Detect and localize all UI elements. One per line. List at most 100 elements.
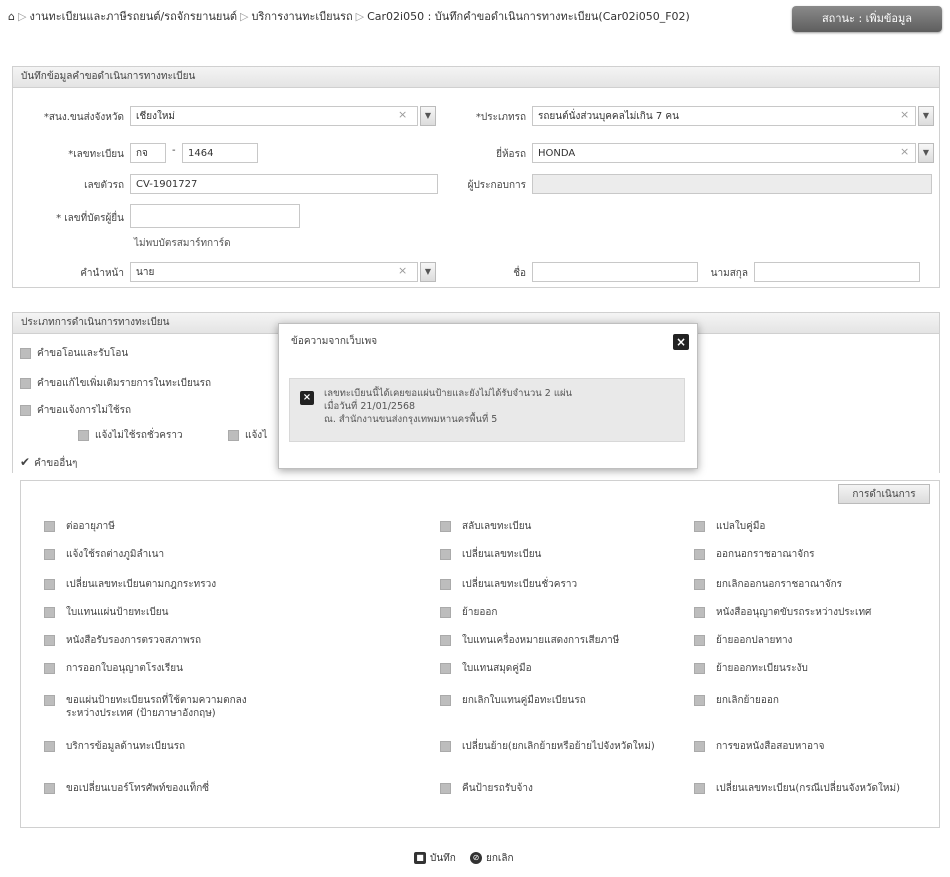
operation-option[interactable]: หนังสืออนุญาตขับรถระหว่างประเทศ bbox=[694, 606, 930, 636]
surname-input[interactable] bbox=[754, 262, 920, 282]
nonuse-checkbox[interactable] bbox=[20, 404, 31, 416]
operation-checkbox[interactable] bbox=[44, 663, 55, 674]
operation-checkbox[interactable] bbox=[440, 741, 451, 752]
operation-option[interactable]: แปลใบคู่มือ bbox=[694, 520, 930, 550]
breadcrumb-item-2[interactable]: บริการงานทะเบียนรถ bbox=[252, 10, 353, 23]
transfer-option[interactable]: คำขอโอนและรับโอน bbox=[20, 346, 128, 361]
vehicle-type-select[interactable]: รถยนต์นั่งส่วนบุคคลไม่เกิน 7 คน bbox=[532, 106, 916, 126]
operation-checkbox[interactable] bbox=[440, 663, 451, 674]
operation-option[interactable]: เปลี่ยนเลขทะเบียน(กรณีเปลี่ยนจังหวัดใหม่… bbox=[694, 782, 930, 812]
cancel-button[interactable]: ⊘ ยกเลิก bbox=[470, 848, 514, 870]
operation-option[interactable]: เปลี่ยนเลขทะเบียน bbox=[440, 548, 676, 578]
operation-checkbox[interactable] bbox=[440, 521, 451, 532]
operation-option[interactable]: เปลี่ยนเลขทะเบียนชั่วคราว bbox=[440, 578, 676, 608]
permanent-nonuse-checkbox[interactable] bbox=[228, 429, 239, 441]
operation-checkbox[interactable] bbox=[440, 695, 451, 706]
operation-checkbox[interactable] bbox=[440, 607, 451, 618]
operation-label: ย้ายออกทะเบียนระงับ bbox=[716, 663, 808, 674]
save-button[interactable]: ■ บันทึก bbox=[414, 848, 456, 870]
plate-prefix-input[interactable]: กจ bbox=[130, 143, 166, 163]
title-select[interactable]: นาย bbox=[130, 262, 418, 282]
operation-checkbox[interactable] bbox=[694, 783, 705, 794]
clear-icon[interactable]: × bbox=[398, 108, 407, 121]
clear-icon[interactable]: × bbox=[900, 145, 909, 158]
operation-option[interactable]: บริการข้อมูลด้านทะเบียนรถ bbox=[44, 740, 280, 770]
checkmark-icon[interactable]: ✔ bbox=[20, 455, 30, 469]
other-option[interactable]: ✔ คำขออื่นๆ bbox=[20, 455, 77, 471]
operation-checkbox[interactable] bbox=[44, 607, 55, 618]
operation-checkbox[interactable] bbox=[694, 607, 705, 618]
operation-option[interactable]: ขอเปลี่ยนเบอร์โทรศัพท์ของแท็กซี่ bbox=[44, 782, 280, 812]
province-select[interactable]: เชียงใหม่ bbox=[130, 106, 418, 126]
chassis-input[interactable]: CV-1901727 bbox=[130, 174, 438, 194]
brand-select[interactable]: HONDA bbox=[532, 143, 916, 163]
operation-option[interactable]: ยกเลิกย้ายออก bbox=[694, 694, 930, 724]
chassis-label: เลขตัวรถ bbox=[84, 180, 124, 191]
clear-icon[interactable]: × bbox=[900, 108, 909, 121]
home-icon[interactable]: ⌂ bbox=[8, 10, 15, 23]
operation-option[interactable]: ใบแทนแผ่นป้ายทะเบียน bbox=[44, 606, 280, 636]
firstname-input[interactable] bbox=[532, 262, 698, 282]
operation-option[interactable]: ยกเลิกออกนอกราชอาณาจักร bbox=[694, 578, 930, 608]
operation-option[interactable]: คืนป้ายรถรับจ้าง bbox=[440, 782, 676, 812]
close-icon[interactable]: × bbox=[673, 334, 689, 350]
operation-checkbox[interactable] bbox=[44, 695, 55, 706]
operation-option[interactable]: ใบแทนเครื่องหมายแสดงการเสียภาษี bbox=[440, 634, 676, 664]
operation-checkbox[interactable] bbox=[694, 635, 705, 646]
brand-label: ยี่ห้อรถ bbox=[496, 149, 526, 160]
plate-number-input[interactable]: 1464 bbox=[182, 143, 258, 163]
operation-label: ออกนอกราชอาณาจักร bbox=[716, 549, 815, 560]
amend-option[interactable]: คำขอแก้ไขเพิ่มเติมรายการในทะเบียนรถ bbox=[20, 376, 211, 391]
operation-option[interactable]: หนังสือรับรองการตรวจสภาพรถ bbox=[44, 634, 280, 664]
operation-option[interactable]: ออกนอกราชอาณาจักร bbox=[694, 548, 930, 578]
operation-option[interactable]: แจ้งใช้รถต่างภูมิลำเนา bbox=[44, 548, 280, 578]
permanent-nonuse-option[interactable]: แจ้งไ bbox=[228, 428, 267, 443]
nonuse-option[interactable]: คำขอแจ้งการไม่ใช้รถ bbox=[20, 403, 131, 418]
operation-option[interactable]: การออกใบอนุญาตโรงเรียน bbox=[44, 662, 280, 692]
operation-checkbox[interactable] bbox=[694, 579, 705, 590]
amend-checkbox[interactable] bbox=[20, 377, 31, 389]
operation-checkbox[interactable] bbox=[694, 549, 705, 560]
operation-checkbox[interactable] bbox=[44, 579, 55, 590]
vehicle-type-value: รถยนต์นั่งส่วนบุคคลไม่เกิน 7 คน bbox=[538, 111, 679, 122]
operation-checkbox[interactable] bbox=[44, 549, 55, 560]
operation-option[interactable]: สลับเลขทะเบียน bbox=[440, 520, 676, 550]
temporary-nonuse-option[interactable]: แจ้งไม่ใช้รถชั่วคราว bbox=[78, 428, 183, 443]
operation-checkbox[interactable] bbox=[694, 741, 705, 752]
temporary-nonuse-checkbox[interactable] bbox=[78, 429, 89, 441]
operation-option[interactable]: เปลี่ยนเลขทะเบียนตามกฎกระทรวง bbox=[44, 578, 280, 608]
chevron-down-icon[interactable]: ▼ bbox=[918, 106, 934, 126]
operation-label: หนังสือรับรองการตรวจสภาพรถ bbox=[66, 635, 202, 646]
operator-input[interactable] bbox=[532, 174, 932, 194]
operation-option[interactable]: ใบแทนสมุดคู่มือ bbox=[440, 662, 676, 692]
operation-checkbox[interactable] bbox=[44, 741, 55, 752]
operation-checkbox[interactable] bbox=[440, 579, 451, 590]
operation-checkbox[interactable] bbox=[44, 783, 55, 794]
operation-option[interactable]: ยกเลิกใบแทนคู่มือทะเบียนรถ bbox=[440, 694, 676, 724]
transfer-checkbox[interactable] bbox=[20, 347, 31, 359]
breadcrumb-item-1[interactable]: งานทะเบียนและภาษีรถยนต์/รถจักรยานยนต์ bbox=[29, 10, 237, 23]
operation-option[interactable]: ย้ายออก bbox=[440, 606, 676, 636]
operation-checkbox[interactable] bbox=[694, 695, 705, 706]
operation-checkbox[interactable] bbox=[440, 783, 451, 794]
clear-icon[interactable]: × bbox=[398, 264, 407, 277]
operation-label: คืนป้ายรถรับจ้าง bbox=[462, 783, 533, 794]
dialog-message-line-1: เลขทะเบียนนี้ได้เคยขอแผ่นป้ายและยังไม่ได… bbox=[324, 388, 573, 399]
idcard-input[interactable] bbox=[130, 204, 300, 228]
operation-checkbox[interactable] bbox=[440, 549, 451, 560]
actions-button[interactable]: การดำเนินการ bbox=[838, 484, 930, 504]
operation-option[interactable]: เปลี่ยนย้าย(ยกเลิกย้ายหรือย้ายไปจังหวัดใ… bbox=[440, 740, 676, 770]
operation-option[interactable]: ต่ออายุภาษี bbox=[44, 520, 280, 550]
operation-option[interactable]: ขอแผ่นป้ายทะเบียนรถที่ใช้ตามความตกลงระหว… bbox=[44, 694, 280, 724]
operation-checkbox[interactable] bbox=[44, 635, 55, 646]
dialog-message-line-3: ณ. สำนักงานขนส่งกรุงเทพมหานครพื้นที่ 5 bbox=[324, 414, 498, 425]
operation-checkbox[interactable] bbox=[694, 521, 705, 532]
operation-label: ย้ายออก bbox=[462, 607, 498, 618]
operation-option[interactable]: การขอหนังสือสอบหาอาจ bbox=[694, 740, 930, 770]
chevron-down-icon[interactable]: ▼ bbox=[918, 143, 934, 163]
operation-checkbox[interactable] bbox=[44, 521, 55, 532]
operation-checkbox[interactable] bbox=[694, 663, 705, 674]
operation-checkbox[interactable] bbox=[440, 635, 451, 646]
operation-option[interactable]: ย้ายออกทะเบียนระงับ bbox=[694, 662, 930, 692]
operation-option[interactable]: ย้ายออกปลายทาง bbox=[694, 634, 930, 664]
